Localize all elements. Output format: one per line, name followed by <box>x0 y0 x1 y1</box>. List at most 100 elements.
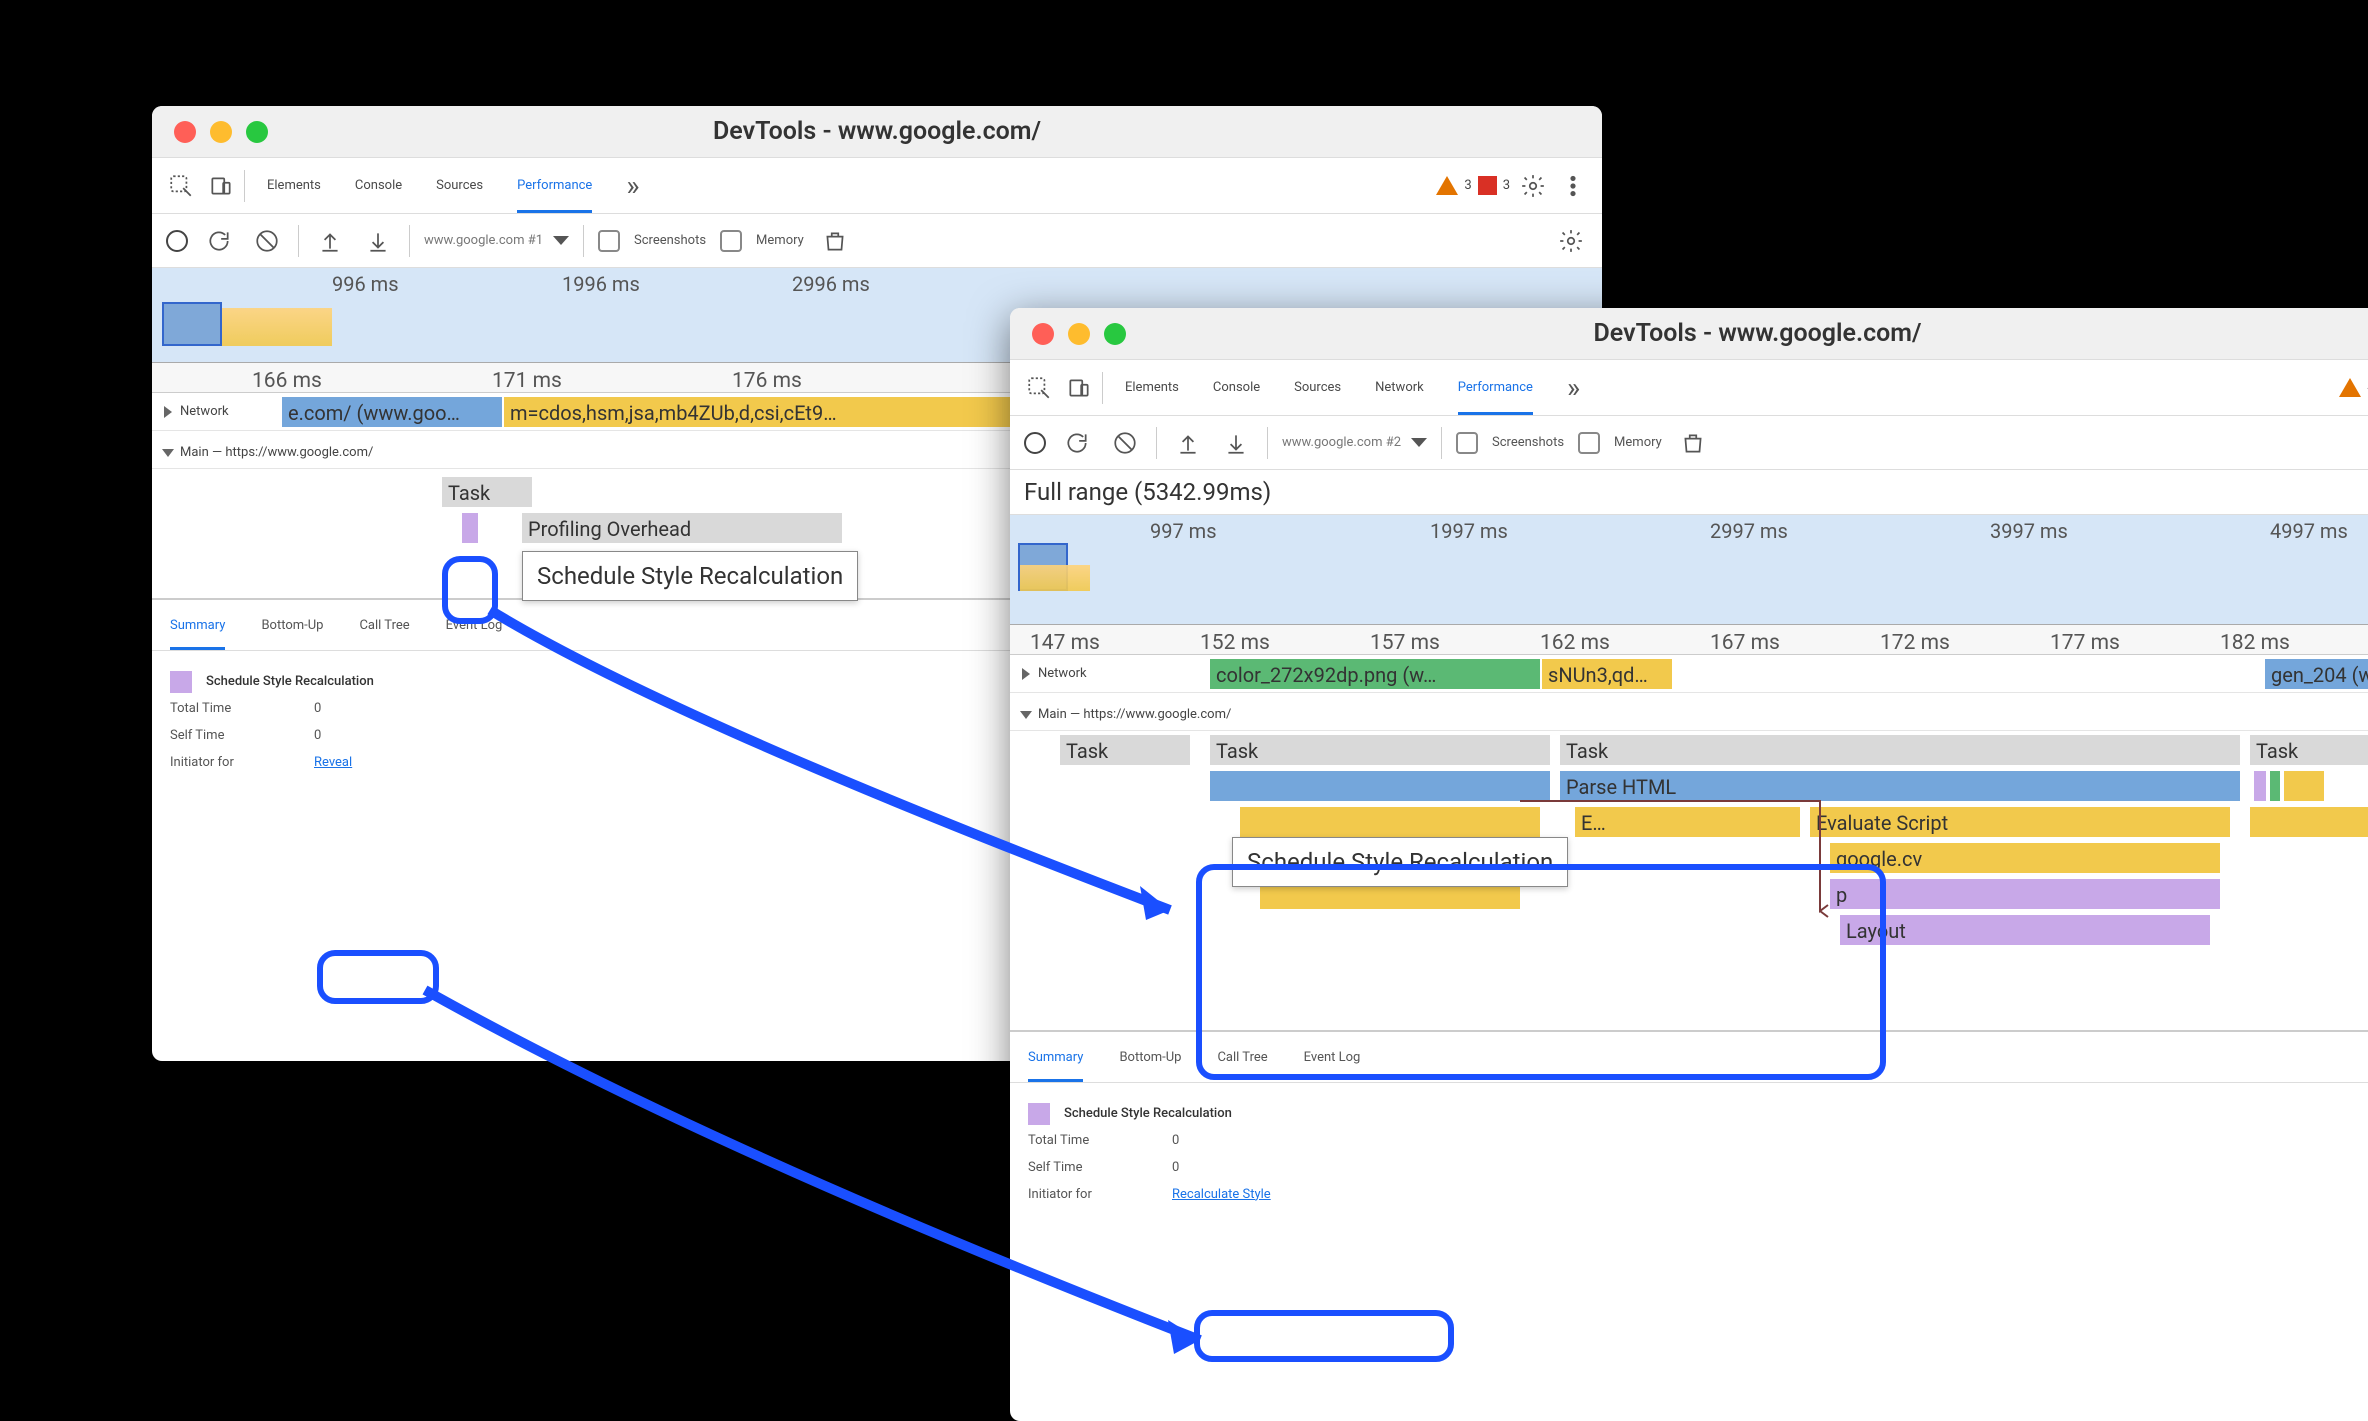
record-button[interactable] <box>166 230 188 252</box>
subtab-bottom-up[interactable]: Bottom-Up <box>1119 1050 1181 1065</box>
screenshots-checkbox[interactable] <box>598 230 620 252</box>
download-button[interactable] <box>1219 426 1253 460</box>
mark[interactable] <box>2270 771 2280 801</box>
mark[interactable] <box>2254 771 2266 801</box>
recalculate-style-link[interactable]: Recalculate Style <box>1172 1185 1271 1206</box>
download-button[interactable] <box>361 224 395 258</box>
subtab-bottom-up[interactable]: Bottom-Up <box>261 618 323 633</box>
inspect-icon[interactable] <box>1022 371 1056 405</box>
more-tabs-icon[interactable]: » <box>626 169 639 202</box>
task-bar[interactable]: Task <box>442 477 532 507</box>
more-tabs-icon[interactable]: » <box>1567 371 1580 404</box>
collapse-icon[interactable] <box>164 406 172 418</box>
collapse-icon[interactable] <box>1022 668 1030 680</box>
profiling-overhead-bar[interactable]: Profiling Overhead <box>522 513 842 543</box>
clear-button[interactable] <box>1108 426 1142 460</box>
clear-button[interactable] <box>250 224 284 258</box>
upload-button[interactable] <box>1171 426 1205 460</box>
settings-icon[interactable] <box>1516 169 1550 203</box>
kebab-menu-icon[interactable] <box>1556 169 1590 203</box>
target-selector[interactable]: www.google.com #2 <box>1282 435 1427 450</box>
evaluate-script-bar[interactable]: Evaluate Script <box>1810 807 2230 837</box>
warning-icon <box>1436 176 1458 195</box>
overview-selection[interactable] <box>162 302 222 346</box>
task-label: Task <box>1210 735 1550 767</box>
e-label: E… <box>1575 807 1800 839</box>
subtab-call-tree[interactable]: Call Tree <box>359 618 409 633</box>
overview-tick: 1997 ms <box>1430 519 1508 543</box>
collapse-icon[interactable] <box>162 449 174 457</box>
e-bar[interactable]: E… <box>1575 807 1800 837</box>
screenshots-label: Screenshots <box>1492 435 1564 450</box>
network-bar-label: sNUn3,qd… <box>1542 659 1672 691</box>
initiator-label: Initiator for <box>170 753 300 774</box>
collapse-icon[interactable] <box>1020 711 1032 719</box>
screenshots-checkbox[interactable] <box>1456 432 1478 454</box>
main-track-label: Main — https://www.google.com/ <box>1038 707 1231 722</box>
reveal-link[interactable]: Reveal <box>314 753 352 774</box>
warnings-badge[interactable]: 3 <box>1436 176 1471 195</box>
warning-icon <box>2339 378 2361 397</box>
network-bar[interactable]: sNUn3,qd… <box>1542 659 1672 689</box>
range-label: Full range (5342.99ms) <box>1010 470 2368 515</box>
device-toggle-icon[interactable] <box>1062 371 1096 405</box>
panel-tabs: Elements Console Sources Performance » <box>267 158 639 213</box>
memory-checkbox[interactable] <box>1578 432 1600 454</box>
upload-button[interactable] <box>313 224 347 258</box>
network-bar-label: color_272x92dp.png (w… <box>1210 659 1540 691</box>
device-toggle-icon[interactable] <box>204 169 238 203</box>
gc-button[interactable] <box>1676 426 1710 460</box>
overview-activity <box>1020 565 1090 591</box>
record-button[interactable] <box>1024 432 1046 454</box>
task-bar[interactable]: Task <box>2250 735 2368 765</box>
overview-tick: 2997 ms <box>1710 519 1788 543</box>
memory-checkbox[interactable] <box>720 230 742 252</box>
gc-button[interactable] <box>818 224 852 258</box>
ruler[interactable]: 147 ms 152 ms 157 ms 162 ms 167 ms 172 m… <box>1010 625 2368 655</box>
tab-performance[interactable]: Performance <box>1458 360 1533 415</box>
network-bar[interactable]: color_272x92dp.png (w… <box>1210 659 1540 689</box>
warnings-badge[interactable]: 4 <box>2339 378 2368 397</box>
target-selector[interactable]: www.google.com #1 <box>424 233 569 248</box>
subtab-summary[interactable]: Summary <box>170 600 225 650</box>
inspect-icon[interactable] <box>164 169 198 203</box>
overview-tick: 3997 ms <box>1990 519 2068 543</box>
errors-badge[interactable]: 3 <box>1478 176 1510 195</box>
schedule-style-bar[interactable] <box>462 513 478 543</box>
panel-settings-icon[interactable] <box>1554 224 1588 258</box>
evaluate-bar[interactable] <box>2250 807 2368 837</box>
tab-elements[interactable]: Elements <box>1125 360 1179 415</box>
reload-record-button[interactable] <box>202 224 236 258</box>
tab-network[interactable]: Network <box>1375 360 1424 415</box>
summary-panel: Schedule Style Recalculation Total Time0… <box>1010 1083 2368 1225</box>
task-bar[interactable]: Task <box>1060 735 1190 765</box>
network-bar-label: gen_204 (www.g… <box>2265 659 2368 691</box>
overview-tick: 2996 ms <box>792 272 870 296</box>
reload-record-button[interactable] <box>1060 426 1094 460</box>
divider <box>244 170 245 202</box>
parse-html-bar[interactable] <box>1210 771 1550 801</box>
parse-html-bar[interactable]: Parse HTML <box>1560 771 2240 801</box>
tab-elements[interactable]: Elements <box>267 158 321 213</box>
window-title: DevTools - www.google.com/ <box>152 117 1602 146</box>
task-bar[interactable]: Task <box>1210 735 1550 765</box>
tab-sources[interactable]: Sources <box>436 158 483 213</box>
tab-console[interactable]: Console <box>1213 360 1260 415</box>
google-cv-bar[interactable]: google.cv <box>1830 843 2220 873</box>
target-label: www.google.com #1 <box>424 233 543 248</box>
p-bar[interactable]: p <box>1830 879 2220 909</box>
tab-sources[interactable]: Sources <box>1294 360 1341 415</box>
tab-console[interactable]: Console <box>355 158 402 213</box>
main-track-header[interactable]: Main — https://www.google.com/ <box>1010 693 2368 731</box>
network-track[interactable]: Network color_272x92dp.png (w… sNUn3,qd…… <box>1010 655 2368 693</box>
panel-tabs: Elements Console Sources Network Perform… <box>1125 360 1580 415</box>
overview-timeline[interactable]: 997 ms 1997 ms 2997 ms 3997 ms 4997 ms C… <box>1010 515 2368 625</box>
subtab-summary[interactable]: Summary <box>1028 1032 1083 1082</box>
tab-performance[interactable]: Performance <box>517 158 592 213</box>
network-bar[interactable]: e.com/ (www.goo… <box>282 397 502 427</box>
mark[interactable] <box>2284 771 2324 801</box>
evaluate-bar[interactable] <box>1240 807 1540 837</box>
network-bar[interactable]: gen_204 (www.g… <box>2265 659 2368 689</box>
task-bar[interactable]: Task <box>1560 735 2240 765</box>
layout-bar[interactable]: Layout <box>1840 915 2210 945</box>
